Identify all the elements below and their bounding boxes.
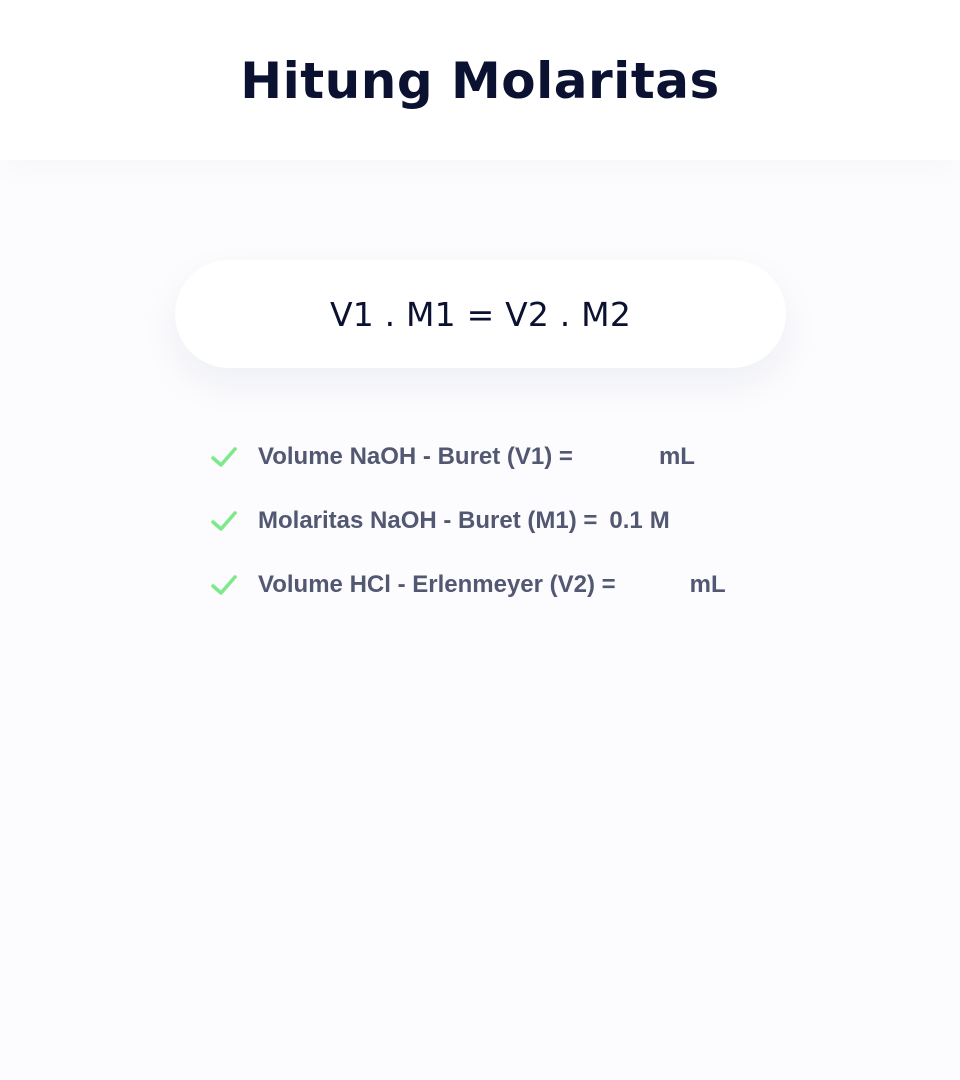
molarity-inputs-list: Volume NaOH - Buret (V1) = mL Molaritas … [210, 438, 726, 630]
check-icon [211, 511, 237, 531]
volume-naoh-unit: mL [658, 443, 695, 470]
volume-hcl-label: Volume HCl - Erlenmeyer (V2) = [258, 571, 616, 598]
check-icon [211, 575, 237, 595]
volume-hcl-unit: mL [689, 571, 726, 598]
page-header: Hitung Molaritas [0, 0, 960, 160]
list-item-volume-naoh: Volume NaOH - Buret (V1) = mL [210, 438, 726, 476]
volume-naoh-label: Volume NaOH - Buret (V1) = [258, 443, 573, 470]
list-item-volume-hcl: Volume HCl - Erlenmeyer (V2) = mL [210, 566, 726, 604]
formula-card: V1 . M1 = V2 . M2 [175, 260, 786, 368]
formula-text: V1 . M1 = V2 . M2 [329, 294, 632, 334]
check-icon [211, 447, 237, 467]
list-item-molarity-naoh: Molaritas NaOH - Buret (M1) = 0.1 M [210, 502, 726, 540]
molarity-naoh-unit: M [649, 507, 670, 534]
molarity-naoh-value: 0.1 [609, 507, 643, 534]
page-title: Hitung Molaritas [240, 52, 720, 110]
molarity-naoh-label: Molaritas NaOH - Buret (M1) = [258, 507, 598, 534]
